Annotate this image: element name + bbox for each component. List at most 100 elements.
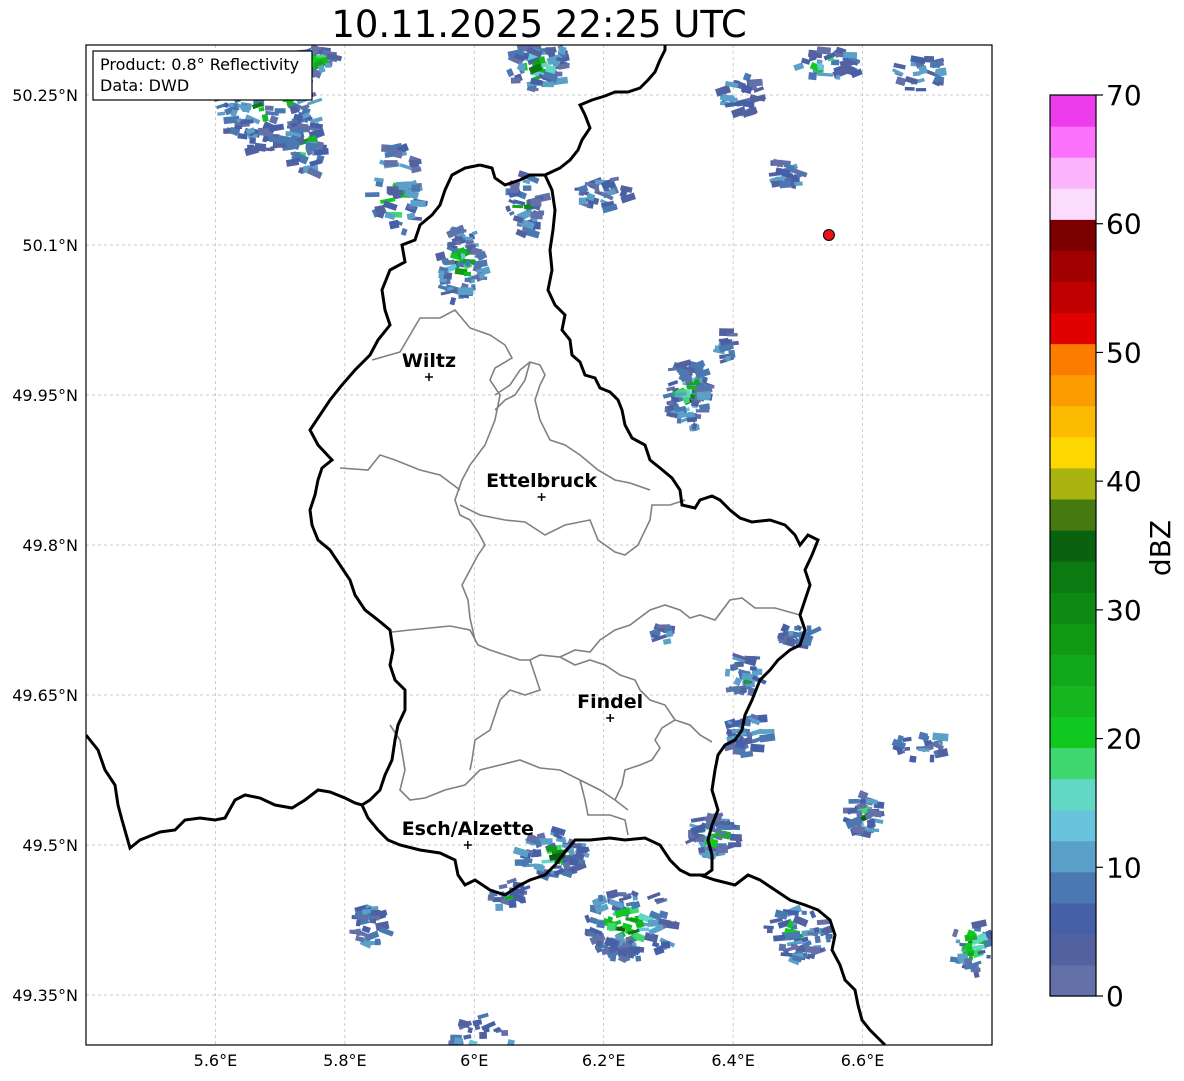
echo-pixel	[943, 1067, 959, 1077]
echo-pixel	[929, 60, 941, 68]
echo-pixel	[773, 934, 786, 942]
colorbar-segment	[1050, 623, 1096, 655]
echo-pixel	[801, 910, 807, 915]
echo-pixel	[486, 1072, 500, 1077]
echo-pixel	[457, 248, 467, 254]
echo-pixel	[957, 1059, 963, 1067]
echo-pixel	[965, 1077, 981, 1081]
echo-pixel	[370, 909, 381, 916]
lon-tick-label: 5.6°E	[194, 1051, 238, 1070]
echo-pixel	[629, 946, 641, 954]
echo-pixel	[257, 127, 270, 137]
colorbar-segment	[1050, 716, 1096, 749]
echo-pixel	[956, 1077, 970, 1081]
echo-pixel	[866, 828, 880, 833]
echo-pixel	[923, 1077, 934, 1081]
echo-pixel	[545, 47, 555, 54]
echo-pixel	[609, 953, 617, 962]
lat-tick-label: 49.95°N	[12, 386, 78, 405]
echo-pixel	[966, 1071, 972, 1076]
figure-title: 10.11.2025 22:25 UTC	[331, 3, 746, 46]
echo-pixel	[479, 1031, 488, 1040]
echo-pixel	[716, 824, 732, 831]
colorbar-segment	[1050, 840, 1096, 873]
echo-pixel	[743, 100, 755, 108]
echo-pixel	[492, 1070, 500, 1078]
echo-pixel	[617, 892, 627, 897]
echo-pixel	[497, 1072, 513, 1080]
echo-pixel	[912, 71, 921, 77]
echo-pixel	[986, 954, 991, 959]
echo-pixel	[937, 81, 944, 86]
product-label: Product: 0.8° Reflectivity	[100, 55, 299, 74]
data-source-label: Data: DWD	[100, 76, 189, 95]
colorbar-segment	[1050, 592, 1096, 624]
colorbar-tick-label: 70	[1106, 79, 1142, 112]
colorbar-segment	[1050, 250, 1096, 283]
echo-pixel	[264, 105, 274, 111]
echo-pixel	[926, 1074, 941, 1079]
echo-pixel	[497, 1060, 510, 1070]
echo-pixel	[960, 1060, 971, 1066]
echo-pixel	[915, 87, 927, 92]
echo-pixel	[962, 1063, 975, 1070]
echo-pixel	[716, 846, 728, 854]
echo-pixel	[926, 1065, 935, 1071]
colorbar-tick-label: 20	[1106, 723, 1142, 756]
echo-pixel	[835, 75, 841, 80]
longitude-ticks: 5.6°E 5.8°E 6°E 6.2°E 6.4°E 6.6°E	[194, 1051, 885, 1070]
echo-pixel	[489, 1074, 497, 1081]
echo-pixel	[635, 955, 642, 962]
echo-pixel	[660, 941, 671, 949]
echo-pixel	[411, 184, 421, 192]
colorbar-segment	[1050, 343, 1096, 376]
echo-pixel	[496, 1050, 507, 1055]
echo-pixel	[465, 1077, 479, 1081]
echo-pixel	[487, 894, 495, 901]
echo-pixel	[848, 798, 860, 804]
lon-tick-label: 6°E	[460, 1051, 488, 1070]
colorbar-segment	[1050, 188, 1096, 220]
echo-pixel	[866, 818, 876, 829]
echo-pixel	[740, 687, 747, 693]
colorbar-segment	[1050, 405, 1096, 438]
colorbar-segment	[1050, 747, 1096, 780]
echo-pixel	[690, 400, 700, 407]
colorbar-ticks: 0 10 20 30 40 50 60 70	[1096, 79, 1142, 1013]
echo-pixel	[512, 204, 524, 209]
echo-pixel	[529, 198, 542, 207]
echo-pixel	[695, 409, 710, 413]
echo-pixel	[953, 1071, 959, 1077]
echo-pixel	[576, 846, 588, 853]
echo-pixel	[445, 1056, 452, 1060]
echo-pixel	[447, 1045, 455, 1054]
colorbar-segment	[1050, 871, 1096, 904]
colorbar-segment	[1050, 654, 1096, 686]
echo-pixel	[904, 746, 911, 752]
echo-pixel	[725, 355, 731, 361]
echo-pixel	[696, 391, 712, 400]
echo-pixel	[904, 86, 915, 91]
echo-pixel	[816, 46, 832, 55]
lat-tick-label: 49.8°N	[22, 536, 78, 555]
echo-pixel	[249, 137, 256, 144]
echo-pixel	[813, 926, 820, 934]
echo-pixel	[234, 125, 243, 130]
city-label: Wiltz	[402, 350, 456, 372]
radar-site-marker	[822, 229, 835, 241]
echo-pixel	[505, 1064, 516, 1073]
echo-pixel	[668, 401, 674, 406]
lat-tick-label: 49.5°N	[22, 836, 78, 855]
echo-pixel	[747, 655, 761, 660]
echo-pixel	[530, 211, 543, 220]
echo-pixel	[508, 899, 517, 909]
colorbar-segment	[1050, 933, 1096, 966]
echo-pixel	[505, 1059, 509, 1062]
colorbar-segment	[1050, 498, 1096, 531]
echo-pixel	[852, 825, 865, 834]
colorbar-tick-label: 30	[1106, 594, 1142, 627]
colorbar-tick-label: 50	[1106, 336, 1142, 369]
echo-pixel	[947, 1069, 961, 1076]
echo-pixel	[495, 903, 504, 912]
echo-pixel	[932, 732, 949, 742]
